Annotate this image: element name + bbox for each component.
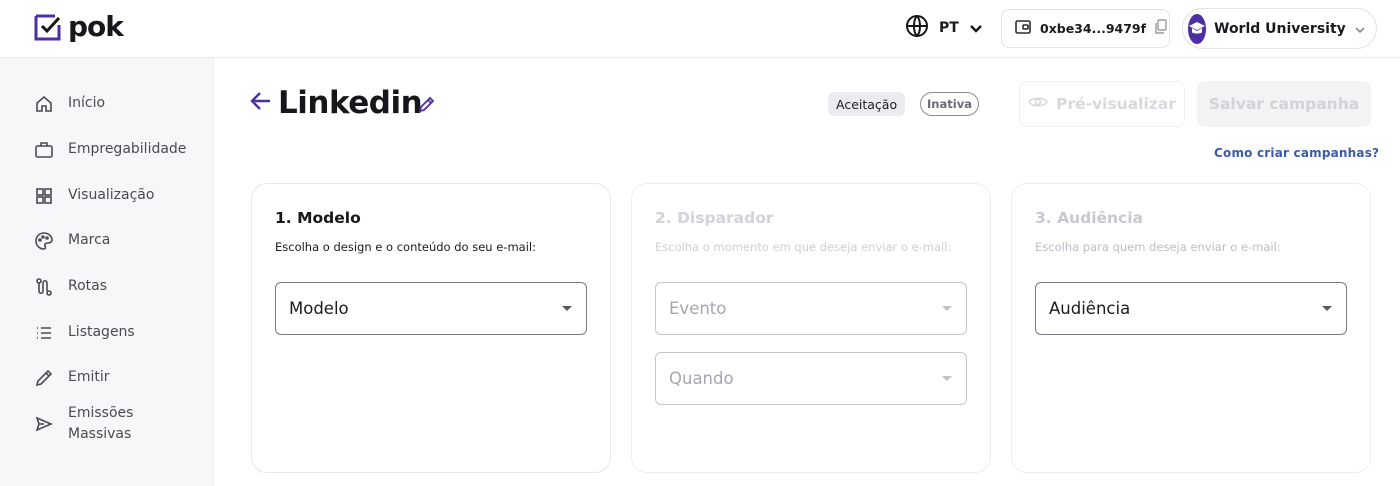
- step-title: 1. Modelo: [275, 209, 361, 227]
- copy-icon[interactable]: [1154, 18, 1168, 39]
- sidebar-item-empregabilidade[interactable]: Empregabilidade: [34, 139, 186, 160]
- step-card-model: 1. Modelo Escolha o design e o conteúdo …: [251, 183, 611, 473]
- help-link[interactable]: Como criar campanhas?: [1214, 146, 1379, 160]
- sidebar-item-inicio[interactable]: Início: [34, 93, 105, 114]
- pok-logo[interactable]: pok: [34, 10, 124, 43]
- pencil-icon: [34, 368, 54, 388]
- grid-icon: [34, 186, 54, 206]
- sidebar-item-rotas[interactable]: Rotas: [34, 276, 107, 297]
- select-label: Audiência: [1049, 299, 1131, 318]
- event-select[interactable]: Evento: [655, 282, 967, 335]
- step-subtitle: Escolha o design e o conteúdo do seu e-m…: [275, 240, 536, 254]
- list-icon: [34, 323, 54, 343]
- when-select[interactable]: Quando: [655, 352, 967, 405]
- logo-check-icon: [34, 13, 62, 41]
- sidebar-item-emissoes-massivas[interactable]: Emissões Massivas: [34, 403, 148, 445]
- sidebar-item-label: Início: [68, 95, 106, 111]
- step-title: 2. Disparador: [655, 209, 774, 227]
- caret-down-icon: [942, 306, 952, 311]
- page-title: Linkedin: [278, 85, 423, 121]
- globe-icon: [905, 14, 929, 42]
- sidebar-item-label: Emitir: [68, 369, 110, 385]
- sidebar-item-label: Visualização: [68, 187, 155, 203]
- sidebar-item-label: Emissões Massivas: [68, 405, 134, 442]
- status-badge: Inativa: [920, 92, 979, 116]
- organization-menu[interactable]: World University: [1182, 8, 1377, 49]
- sidebar-item-label: Marca: [68, 232, 111, 248]
- caret-down-icon: [942, 376, 952, 381]
- language-selector[interactable]: PT: [905, 14, 983, 42]
- step-title: 3. Audiência: [1035, 209, 1144, 227]
- home-icon: [34, 94, 54, 114]
- wallet-address-button[interactable]: 0xbe34...9479f: [1001, 9, 1170, 48]
- step-card-audience: 3. Audiência Escolha para quem deseja en…: [1011, 183, 1371, 473]
- preview-button[interactable]: Pré-visualizar: [1019, 81, 1185, 127]
- model-select[interactable]: Modelo: [275, 282, 587, 335]
- chevron-down-icon: [969, 19, 983, 38]
- caret-down-icon: [1322, 306, 1332, 311]
- sidebar-item-marca[interactable]: Marca: [34, 230, 110, 251]
- sidebar-item-label: Listagens: [68, 324, 135, 340]
- sidebar-item-listagens[interactable]: Listagens: [34, 322, 135, 343]
- send-icon: [34, 414, 54, 434]
- graduation-cap-icon: [1188, 13, 1206, 44]
- eye-icon: [1028, 95, 1049, 113]
- select-label: Quando: [669, 369, 734, 388]
- language-label: PT: [939, 20, 959, 36]
- caret-down-icon: [562, 306, 572, 311]
- campaign-type-badge: Aceitação: [828, 92, 906, 116]
- audience-select[interactable]: Audiência: [1035, 282, 1347, 335]
- wallet-address: 0xbe34...9479f: [1040, 21, 1147, 36]
- step-subtitle: Escolha o momento em que deseja enviar o…: [655, 240, 952, 254]
- sidebar: Início Empregabilidade Visualização Marc…: [0, 58, 214, 486]
- organization-name: World University: [1214, 20, 1346, 37]
- chevron-down-icon: [1354, 19, 1366, 38]
- preview-button-label: Pré-visualizar: [1056, 95, 1176, 113]
- sidebar-item-visualizacao[interactable]: Visualização: [34, 185, 154, 206]
- back-arrow-icon[interactable]: [249, 89, 273, 113]
- step-subtitle: Escolha para quem deseja enviar o e-mail…: [1035, 240, 1281, 254]
- top-header: pok PT 0xbe34...9479f World University: [0, 0, 1400, 58]
- briefcase-icon: [34, 140, 54, 160]
- palette-icon: [34, 231, 54, 251]
- sidebar-item-label: Rotas: [68, 278, 108, 294]
- step-card-trigger: 2. Disparador Escolha o momento em que d…: [631, 183, 991, 473]
- select-label: Modelo: [289, 299, 349, 318]
- route-icon: [34, 277, 54, 297]
- select-label: Evento: [669, 299, 727, 318]
- edit-pencil-icon[interactable]: [417, 94, 437, 114]
- logo-text: pok: [68, 10, 124, 43]
- sidebar-item-label: Empregabilidade: [68, 141, 187, 157]
- save-campaign-button[interactable]: Salvar campanha: [1197, 81, 1371, 127]
- sidebar-item-emitir[interactable]: Emitir: [34, 367, 110, 388]
- wallet-icon: [1014, 18, 1032, 40]
